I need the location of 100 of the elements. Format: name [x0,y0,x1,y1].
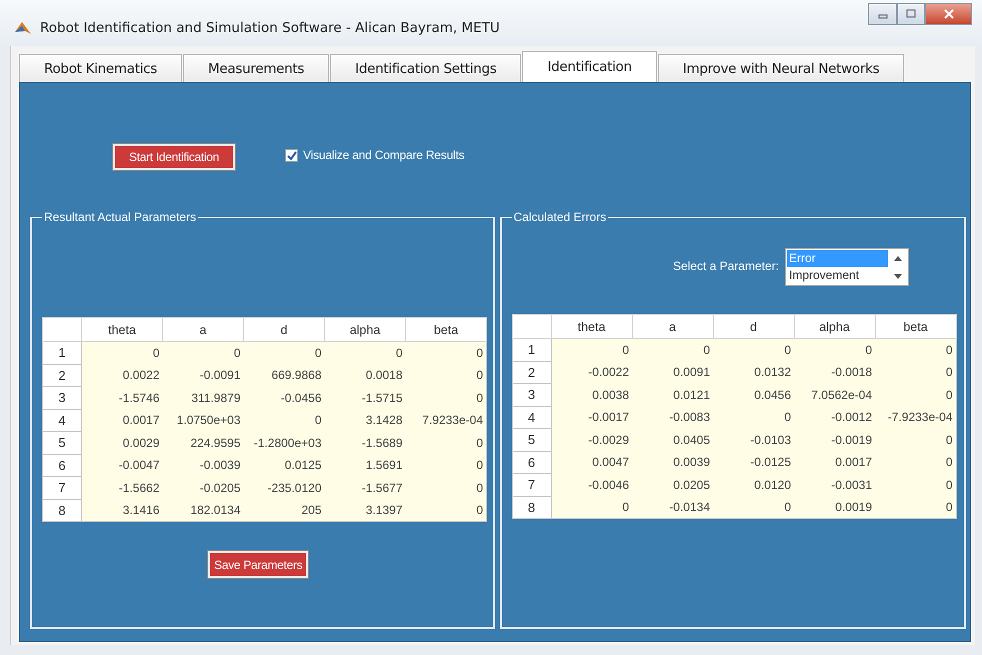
table-cell: 0.0022 [82,364,162,386]
table-cell: 0 [713,406,794,428]
table-cell: 0 [244,342,324,364]
table-cell: 0 [406,364,486,386]
close-button[interactable] [925,3,972,25]
table-cell: -1.5662 [82,476,162,499]
tab[interactable]: Identification [522,51,657,82]
table-cell: 7.9233e-04 [406,409,486,432]
table-cell: -0.0047 [82,454,162,476]
row-header: 4 [42,409,82,432]
column-header: alpha [324,318,406,342]
minimize-button[interactable] [868,3,897,25]
table-cell: 0 [632,338,713,361]
table-cell: 0 [406,432,486,454]
start-identification-button[interactable]: Start Identification [113,144,236,170]
column-header: theta [82,318,162,342]
table-cell: 182.0134 [162,499,244,522]
table-cell: 0 [324,342,406,364]
scroll-up-icon[interactable] [894,256,902,260]
table-cell: 0 [162,342,244,364]
row-header: 1 [42,342,82,364]
table-cell: -0.0091 [162,364,244,386]
table-cell: -1.5677 [324,476,406,499]
table-cell: 1.5691 [324,454,406,476]
row-header: 8 [42,499,82,522]
row-header: 8 [512,496,551,518]
table-cell: 0 [875,474,956,496]
table-cell: 0 [551,496,632,518]
maximize-button[interactable] [897,3,925,25]
table-cell: -7.9233e-04 [875,406,956,428]
table-cell: -0.0205 [162,476,244,499]
table-cell: -0.0125 [713,451,794,474]
table-cell: 0.0017 [82,409,162,432]
tab[interactable]: Measurements [183,54,330,82]
row-header: 3 [512,384,551,406]
app-icon [14,20,32,36]
table-cell: 0.0405 [632,428,713,451]
table-cell: 0.0017 [794,451,875,474]
tab[interactable]: Robot Kinematics [19,54,182,82]
tab[interactable]: Improve with Neural Networks [658,54,904,82]
row-header: 2 [512,361,551,384]
table-cell: 0 [875,361,956,384]
table-cell: -1.5689 [324,432,406,454]
table-cell: 0.0019 [794,496,875,518]
table-cell: 224.9595 [162,432,244,454]
row-header: 6 [42,454,82,476]
table-cell: 0 [875,451,956,474]
table-cell: 0 [713,496,794,518]
column-header: beta [406,318,486,342]
window-title: Robot Identification and Simulation Software - Alican Bayram, METU [40,20,501,36]
table-cell: -0.0103 [713,428,794,451]
table-cell: -1.5746 [82,386,162,409]
table-cell: 0.0018 [324,364,406,386]
table-cell: 0 [875,384,956,406]
table-cell: -0.0017 [551,406,632,428]
row-header: 5 [512,428,551,451]
table-cell: 0.0132 [713,361,794,384]
table-cell: 0.0121 [632,384,713,406]
table-cell: 0.0039 [632,451,713,474]
save-parameters-button[interactable]: Save Parameters [208,551,308,578]
row-header: 3 [42,386,82,409]
table-cell: 0 [875,428,956,451]
scroll-down-icon[interactable] [894,274,902,278]
table-cell: 0.0456 [713,384,794,406]
table-cell: 0 [244,409,324,432]
table-cell: 0.0120 [713,474,794,496]
table-cell: 0 [406,342,486,364]
row-header: 6 [512,451,551,474]
table-cell: 0.0091 [632,361,713,384]
checkbox[interactable] [285,148,298,162]
table-cell: 0.0047 [551,451,632,474]
list-option[interactable]: Improvement [787,267,888,284]
table-cell: 0.0205 [632,474,713,496]
table-cell: -0.0134 [632,496,713,518]
column-header: d [244,318,324,342]
parameter-listbox[interactable]: Error Improvement [785,248,909,286]
select-label: Select a Parameter: [672,259,779,273]
table-cell: -0.0083 [632,406,713,428]
row-header: 7 [512,474,551,496]
table-cell: 0.0125 [244,454,324,476]
table-cell: -0.0022 [551,361,632,384]
table-cell: 3.1416 [82,499,162,522]
table-cell: -1.5715 [324,386,406,409]
tab[interactable]: Identification Settings [330,54,522,82]
table-cell: -0.0456 [244,386,324,409]
table-cell: -0.0012 [794,406,875,428]
checkbox-label: Visualize and Compare Results [303,148,464,162]
table-cell: 0.0038 [551,384,632,406]
table-cell: 1.0750e+03 [162,409,244,432]
table-cell: 0 [406,386,486,409]
table-cell: -0.0029 [551,428,632,451]
table-cell: 205 [244,499,324,522]
table-cell: 0 [406,454,486,476]
table-cell: -1.2800e+03 [244,432,324,454]
column-header: alpha [794,314,875,338]
table-cell: 0 [406,499,486,522]
table-cell: 0.0029 [82,432,162,454]
table-cell: 3.1428 [324,409,406,432]
row-header: 2 [42,364,82,386]
table-cell: 0 [551,338,632,361]
